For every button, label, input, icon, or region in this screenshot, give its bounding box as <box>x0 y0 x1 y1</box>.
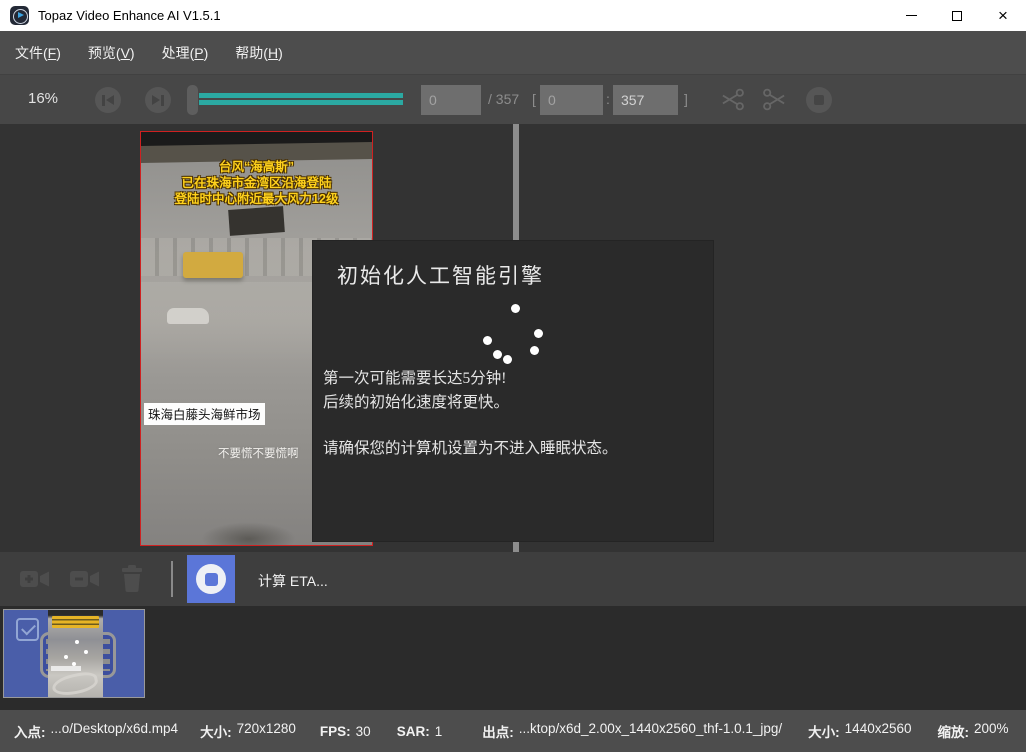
skip-start-icon <box>102 95 114 106</box>
stop-processing-icon <box>196 564 226 594</box>
status-fps: FPS: 30 <box>320 724 371 739</box>
dialog-line-3: 请确保您的计算机设置为不进入睡眠状态。 <box>323 437 618 461</box>
init-engine-dialog: 初始化人工智能引擎 第一次可能需要长达5分钟! 后续的初始化速度将更快。 请确保… <box>313 241 713 541</box>
status-input-file: 入点: ...o/Desktop/x6d.mp4 <box>14 721 178 741</box>
status-output-size: 大小: 1440x2560 <box>808 721 911 741</box>
timeline-progress-bar-bottom[interactable] <box>199 100 403 105</box>
video-location-label: 珠海白藤头海鲜市场 <box>144 403 265 425</box>
playback-toolbar: 16% / 357 [ : ] <box>0 74 1026 124</box>
video-headline-text: 台风“海高斯” 已在珠海市金湾区沿海登陆 登陆时中心附近最大风力12级 <box>141 159 372 207</box>
preview-area: 台风“海高斯” 已在珠海市金湾区沿海登陆 登陆时中心附近最大风力12级 珠海白藤… <box>0 124 1026 552</box>
trim-separator-label: : <box>606 91 610 107</box>
video-caption-text: 不要慌不要慌啊 <box>218 445 299 461</box>
trim-start-input[interactable] <box>540 85 603 115</box>
clip-thumbnail-selected[interactable] <box>3 609 145 698</box>
minimize-button[interactable] <box>888 0 934 31</box>
skip-to-start-button[interactable] <box>95 87 121 113</box>
dialog-line-2: 后续的初始化速度将更快。 <box>323 391 618 415</box>
remove-video-button[interactable] <box>69 567 95 591</box>
timeline-progress-bar-top[interactable] <box>199 93 403 98</box>
trim-in-scissors-icon[interactable] <box>719 86 746 113</box>
bracket-close-label: ] <box>684 91 688 107</box>
trim-end-input[interactable] <box>613 85 678 115</box>
video-truck-shape <box>183 252 243 278</box>
minimize-icon <box>906 15 917 16</box>
stop-preview-button[interactable] <box>806 87 832 113</box>
status-scale: 缩放: 200% <box>938 721 1009 741</box>
menu-preview[interactable]: 预览(V) <box>76 37 147 69</box>
delete-trash-button[interactable] <box>121 565 143 592</box>
timeline-slider-handle[interactable] <box>187 85 198 115</box>
clip-checkbox[interactable] <box>16 618 39 641</box>
window-controls: × <box>888 0 1026 31</box>
status-sar: SAR: 1 <box>397 724 443 739</box>
menu-process[interactable]: 处理(P) <box>150 37 221 69</box>
video-hanging-sign-shape <box>228 206 285 236</box>
maximize-icon <box>952 11 962 21</box>
menu-bar: 文件(F) 预览(V) 处理(P) 帮助(H) <box>0 31 1026 74</box>
stop-processing-button[interactable] <box>187 555 235 603</box>
add-video-button[interactable] <box>19 567 45 591</box>
dialog-title: 初始化人工智能引擎 <box>337 260 544 290</box>
window-title: Topaz Video Enhance AI V1.5.1 <box>38 8 221 23</box>
zoom-level-value: 16% <box>28 90 58 107</box>
current-frame-input[interactable] <box>421 85 481 115</box>
toolbar-divider <box>171 561 173 597</box>
video-car-shape <box>167 308 209 324</box>
status-bar: 入点: ...o/Desktop/x6d.mp4 大小: 720x1280 FP… <box>0 710 1026 752</box>
close-button[interactable]: × <box>980 0 1026 31</box>
skip-end-icon <box>152 95 164 106</box>
trim-out-scissors-icon[interactable] <box>761 86 788 113</box>
dialog-line-1: 第一次可能需要长达5分钟! <box>323 367 618 391</box>
clip-thumbnail-image <box>48 610 103 697</box>
total-frames-label: / 357 <box>488 91 519 107</box>
process-toolbar: 计算 ETA... <box>0 552 1026 606</box>
app-logo-icon <box>10 6 29 25</box>
status-output-file: 出点: ...ktop/x6d_2.00x_1440x2560_thf-1.0.… <box>482 721 782 741</box>
menu-help[interactable]: 帮助(H) <box>223 37 294 69</box>
menu-file[interactable]: 文件(F) <box>3 37 73 69</box>
title-bar: Topaz Video Enhance AI V1.5.1 × <box>0 0 1026 31</box>
eta-status-text: 计算 ETA... <box>258 571 328 591</box>
stop-icon <box>814 95 824 105</box>
skip-to-end-button[interactable] <box>145 87 171 113</box>
maximize-button[interactable] <box>934 0 980 31</box>
bracket-open-label: [ <box>532 91 536 107</box>
clip-list-strip <box>0 606 1026 710</box>
dialog-body-text: 第一次可能需要长达5分钟! 后续的初始化速度将更快。 请确保您的计算机设置为不进… <box>323 367 618 461</box>
app-window: Topaz Video Enhance AI V1.5.1 × 文件(F) 预览… <box>0 0 1026 752</box>
status-input-size: 大小: 720x1280 <box>200 721 296 741</box>
video-debris-shape <box>201 522 296 546</box>
